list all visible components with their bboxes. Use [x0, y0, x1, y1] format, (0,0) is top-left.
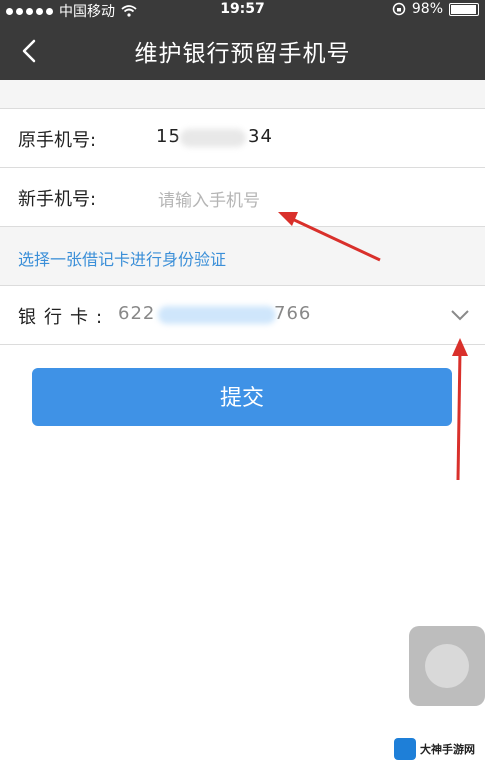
battery-percent: 98% — [411, 1, 443, 17]
assistive-touch-button[interactable] — [409, 626, 485, 706]
original-phone-label: 原手机号: — [18, 130, 97, 151]
top-spacer — [0, 80, 485, 108]
nav-bar: 维护银行预留手机号 — [0, 20, 485, 80]
verify-hint-row: 选择一张借记卡进行身份验证 — [0, 226, 485, 285]
chevron-down-icon[interactable] — [450, 308, 470, 322]
bank-card-label: 银行卡: — [18, 307, 111, 328]
submit-button[interactable]: 提交 — [32, 368, 452, 426]
new-phone-input[interactable]: 请输入手机号 — [158, 186, 260, 211]
original-phone-value-end: 34 — [248, 126, 273, 147]
watermark-text: 大神手游网 — [420, 743, 475, 756]
redaction-blur — [180, 129, 246, 147]
redaction-blur — [158, 306, 276, 324]
new-phone-row[interactable]: 新手机号: 请输入手机号 — [0, 167, 485, 226]
original-phone-value-start: 15 — [156, 126, 181, 147]
rotation-lock-icon — [392, 2, 406, 16]
bank-card-value-end: 766 — [274, 303, 312, 324]
bank-card-row[interactable]: 银行卡: 622 766 — [0, 285, 485, 345]
bank-card-value-start: 622 — [118, 303, 156, 324]
original-phone-row: 原手机号: 15 34 — [0, 108, 485, 167]
battery-icon — [449, 2, 479, 16]
watermark-logo: 大神手游网 — [394, 738, 475, 760]
page-title: 维护银行预留手机号 — [134, 41, 351, 67]
new-phone-label: 新手机号: — [18, 189, 97, 210]
logo-icon — [394, 738, 416, 760]
status-bar: 中国移动 19:57 98% — [0, 0, 485, 20]
verify-hint: 选择一张借记卡进行身份验证 — [18, 250, 227, 269]
main-content: 原手机号: 15 34 新手机号: 请输入手机号 选择一张借记卡进行身份验证 银… — [0, 80, 485, 782]
